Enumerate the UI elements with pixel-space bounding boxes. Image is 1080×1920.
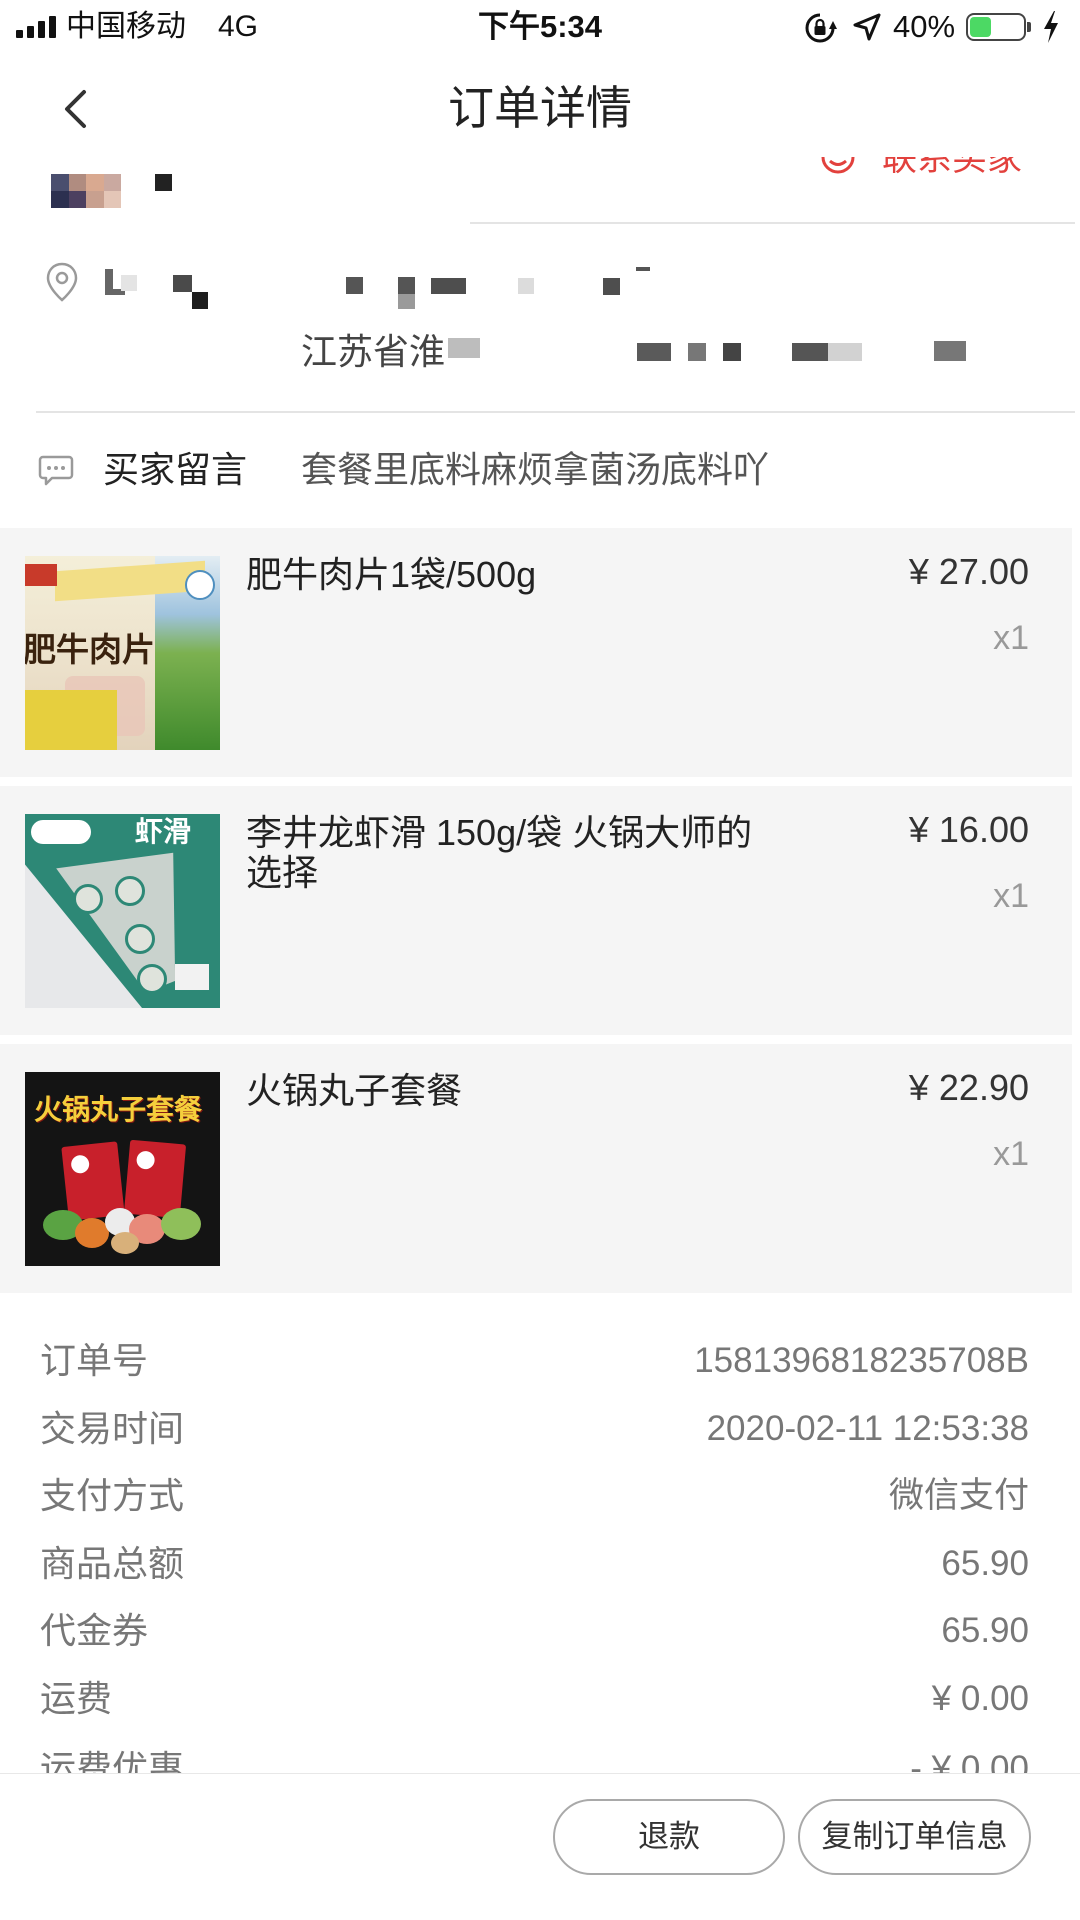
refund-button[interactable]: 退款: [553, 1799, 785, 1875]
battery-percentage: 40%: [893, 9, 956, 44]
product-title: 火锅丸子套餐: [246, 1070, 463, 1111]
product-quantity: x1: [993, 1135, 1029, 1173]
redacted-block: [398, 294, 415, 309]
thumbnail-shrimp-ball: [137, 964, 167, 994]
info-value: 65.90: [941, 1611, 1029, 1650]
redacted-block: [192, 292, 208, 309]
product-thumbnail[interactable]: 火锅丸子套餐: [25, 1072, 220, 1266]
info-value: 2020-02-11 12:53:38: [706, 1409, 1029, 1448]
product-title: 肥牛肉片1袋/500g: [246, 554, 537, 595]
info-value: 1581396818235708B: [694, 1341, 1029, 1380]
info-label: 商品总额: [40, 1543, 185, 1584]
order-detail-content[interactable]: 联系买家 江苏省淮 买家留言 套餐里底料麻烦拿菌汤底料吖 肥牛肉片 肥牛肉片1袋…: [0, 157, 1080, 1773]
product-price: ¥ 27.00: [908, 551, 1029, 592]
product-price: ¥ 16.00: [908, 809, 1029, 850]
payment-method-row: 支付方式 微信支付: [0, 1474, 1080, 1518]
thumbnail-text: 肥牛肉片: [25, 631, 155, 668]
info-value: 65.90: [941, 1544, 1029, 1583]
redacted-block: [636, 267, 650, 271]
redacted-block: [723, 343, 741, 361]
info-label: 交易时间: [40, 1408, 185, 1449]
location-pin-icon: [46, 262, 78, 302]
bottom-action-bar: 退款 复制订单信息: [0, 1773, 1080, 1920]
redacted-block: [121, 275, 137, 291]
thumbnail-badge: [185, 570, 215, 600]
info-label: 运费: [40, 1678, 113, 1719]
goods-total-row: 商品总额 65.90: [0, 1542, 1080, 1586]
contact-buyer-button[interactable]: 联系买家: [812, 157, 1042, 183]
order-number-row: 订单号 1581396818235708B: [0, 1339, 1080, 1383]
navigation-bar: 订单详情: [0, 55, 1080, 157]
thumbnail-shrimp-ball: [115, 876, 145, 906]
info-label: 订单号: [40, 1340, 149, 1381]
thumbnail-brand-mark: [25, 564, 57, 586]
thumbnail-food: [75, 1218, 109, 1248]
address-text: 江苏省淮: [301, 331, 446, 372]
shipping-fee-row: 运费 ¥ 0.00: [0, 1677, 1080, 1721]
avatar: [51, 174, 121, 208]
shipping-discount-row: 运费优惠 - ¥ 0.00: [0, 1747, 1080, 1773]
divider: [470, 222, 1075, 224]
orientation-lock-icon: [805, 13, 837, 43]
thumbnail-logo: [31, 820, 91, 844]
voucher-row: 代金券 65.90: [0, 1609, 1080, 1653]
battery-icon: [966, 13, 1026, 41]
thumbnail-food: [161, 1208, 201, 1240]
redacted-block: [173, 275, 192, 292]
redacted-block: [431, 278, 466, 294]
redacted-block: [828, 343, 862, 361]
thumbnail-package: [123, 1139, 187, 1219]
trade-time-row: 交易时间 2020-02-11 12:53:38: [0, 1407, 1080, 1451]
product-quantity: x1: [993, 619, 1029, 657]
product-thumbnail[interactable]: 虾滑: [25, 814, 220, 1008]
redacted-block: [346, 277, 363, 294]
copy-order-info-button[interactable]: 复制订单信息: [798, 1799, 1031, 1875]
page-title: 订单详情: [448, 82, 632, 134]
redacted-block: [398, 277, 415, 294]
redacted-block: [637, 343, 671, 361]
location-arrow-icon: [853, 13, 881, 41]
thumbnail-text: 火锅丸子套餐: [34, 1094, 203, 1125]
info-label: 代金券: [40, 1610, 149, 1651]
battery-fill: [970, 17, 991, 37]
thumbnail-food: [111, 1232, 139, 1254]
thumbnail-label: [25, 690, 117, 750]
thumbnail-text: 虾滑: [135, 816, 192, 847]
buyer-message-label: 买家留言: [103, 449, 248, 490]
divider: [36, 411, 1075, 413]
product-item[interactable]: 虾滑 李井龙虾滑 150g/袋 火锅大师的选择 ¥ 16.00 x1: [0, 786, 1072, 1035]
redacted-block: [448, 338, 480, 358]
redacted-block: [518, 278, 534, 294]
thumbnail-tag: [175, 964, 209, 990]
product-title: 李井龙虾滑 150g/袋 火锅大师的选择: [246, 812, 753, 893]
redacted-block: [603, 278, 620, 295]
thumbnail-shrimp-ball: [73, 884, 103, 914]
info-value: ¥ 0.00: [931, 1679, 1029, 1718]
info-label: 运费优惠: [40, 1748, 185, 1773]
info-label: 支付方式: [40, 1475, 185, 1516]
charging-bolt-icon: [1044, 11, 1058, 43]
product-item[interactable]: 肥牛肉片 肥牛肉片1袋/500g ¥ 27.00 x1: [0, 528, 1072, 777]
contact-buyer-label: 联系买家: [882, 157, 1023, 178]
redacted-block: [688, 343, 706, 361]
product-quantity: x1: [993, 877, 1029, 915]
product-thumbnail[interactable]: 肥牛肉片: [25, 556, 220, 750]
product-item[interactable]: 火锅丸子套餐 火锅丸子套餐 ¥ 22.90 x1: [0, 1044, 1072, 1293]
status-bar: 中国移动 4G 下午5:34 40%: [0, 0, 1080, 55]
redacted-block: [792, 343, 828, 361]
thumbnail-shrimp-ball: [125, 924, 155, 954]
redacted-block: [934, 341, 966, 361]
message-bubble-icon: [38, 455, 74, 486]
buyer-message-text: 套餐里底料麻烦拿菌汤底料吖: [301, 449, 770, 490]
info-value: 微信支付: [888, 1476, 1029, 1515]
product-price: ¥ 22.90: [908, 1067, 1029, 1108]
battery-cap: [1027, 22, 1031, 32]
info-value: - ¥ 0.00: [910, 1749, 1029, 1773]
redacted-block: [155, 174, 172, 191]
contact-icon: [821, 157, 855, 174]
